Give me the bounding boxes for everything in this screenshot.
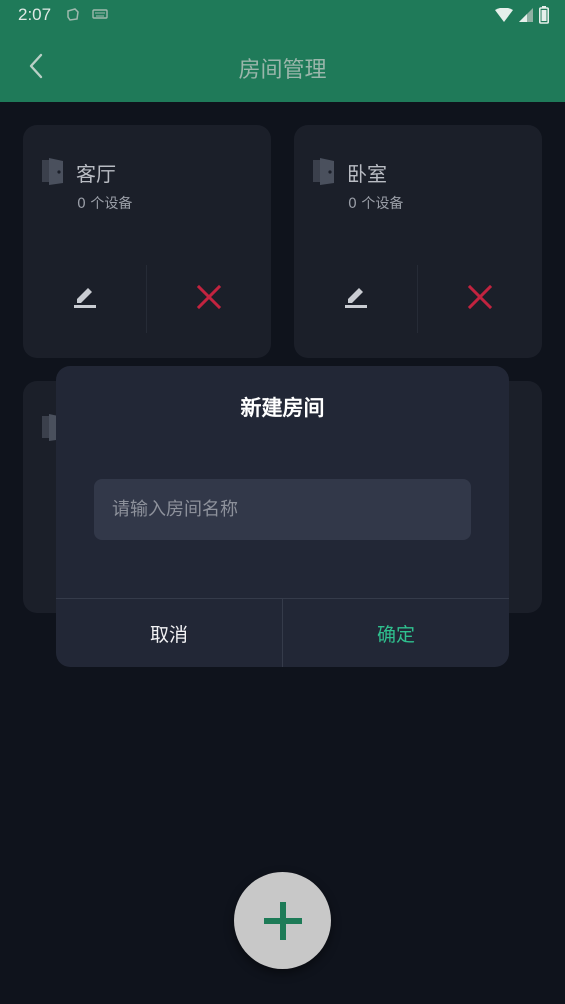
delete-room-button[interactable] — [466, 283, 494, 311]
plus-icon — [263, 901, 302, 940]
battery-icon — [539, 6, 549, 24]
room-name: 卧室 — [347, 162, 387, 186]
room-name: 客厅 — [76, 162, 116, 186]
status-bar: 2:07 — [0, 0, 565, 30]
add-room-button[interactable] — [234, 872, 331, 969]
room-device-count: 0 个设备 — [77, 196, 133, 212]
new-room-dialog: 新建房间 取消 确定 — [56, 366, 509, 667]
wifi-icon — [495, 8, 513, 22]
system-status-icons — [495, 6, 549, 24]
keyboard-icon — [92, 9, 108, 19]
room-card-living-room[interactable]: 客厅 0 个设备 — [23, 125, 271, 358]
status-time: 2:07 — [18, 5, 52, 24]
card-divider — [146, 265, 147, 333]
card-divider — [417, 265, 418, 333]
notification-icons — [66, 8, 108, 22]
top-bar: 2:07 房间管理 — [0, 0, 565, 102]
cell-signal-icon — [519, 8, 533, 22]
edit-room-button[interactable] — [71, 283, 99, 311]
door-icon — [42, 158, 63, 185]
dialog-title: 新建房间 — [240, 396, 325, 420]
room-management-screen: 2:07 房间管理 客厅 0 个设备 卧室 0 个设备 新建房间 请输入房间名称… — [0, 0, 565, 1004]
room-device-count: 0 个设备 — [348, 196, 404, 212]
notification-app-icon — [67, 8, 79, 21]
confirm-button[interactable]: 确定 — [283, 599, 509, 667]
room-name-input[interactable] — [94, 479, 471, 540]
delete-room-button[interactable] — [195, 283, 223, 311]
edit-room-button[interactable] — [342, 283, 370, 311]
door-icon — [313, 158, 334, 185]
cancel-button[interactable]: 取消 — [56, 599, 282, 667]
room-card-bedroom[interactable]: 卧室 0 个设备 — [294, 125, 542, 358]
page-title: 房间管理 — [238, 58, 327, 83]
